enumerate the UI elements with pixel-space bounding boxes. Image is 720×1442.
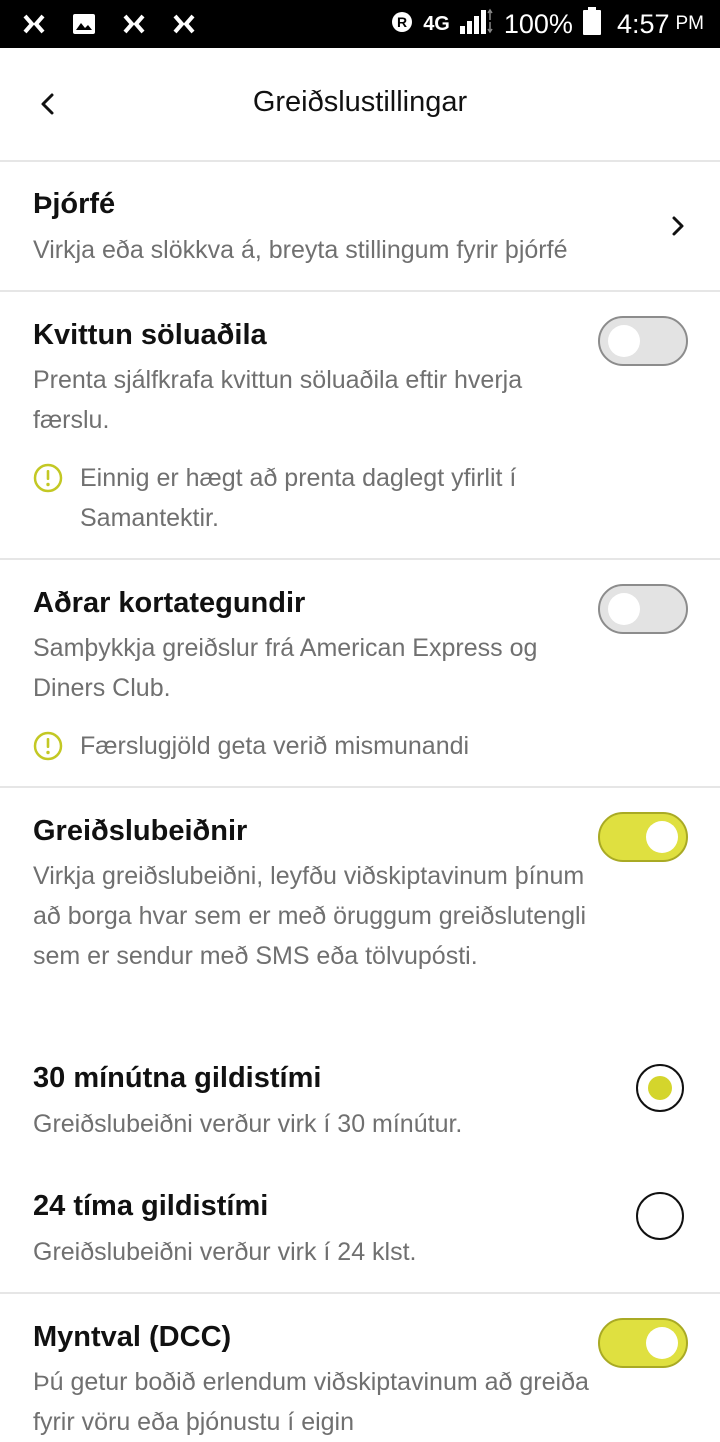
info-icon — [33, 731, 63, 761]
radio-selected-dot — [648, 1076, 672, 1100]
svg-text:R: R — [397, 14, 407, 30]
other-card-types-description: Samþykkja greiðslur frá American Express… — [33, 634, 538, 702]
payment-requests-row: Greiðslubeiðnir Virkja greiðslubeiðni, l… — [0, 788, 720, 1294]
expiry-option-24h-description: Greiðslubeiðni verður virk í 24 klst. — [33, 1238, 417, 1266]
expiry-option-24h-title: 24 tíma gildistími — [33, 1190, 269, 1222]
app-header: Greiðslustillingar — [0, 48, 720, 162]
merchant-receipt-info-text: Einnig er hægt að prenta daglegt yfirlit… — [80, 464, 517, 532]
expiry-option-30min-title: 30 mínútna gildistími — [33, 1062, 322, 1094]
clock: 4:57 — [616, 8, 670, 39]
other-card-types-info-text: Færslugjöld geta verið mismunandi — [80, 732, 470, 760]
merchant-receipt-title: Kvittun söluaðila — [33, 319, 267, 351]
tips-row[interactable]: Þjórfé Virkja eða slökkva á, breyta stil… — [0, 162, 720, 292]
expiry-option-30min-description: Greiðslubeiðni verður virk í 30 mínútur. — [33, 1110, 463, 1138]
toggle-knob — [608, 593, 640, 625]
toggle-knob — [608, 325, 640, 357]
app-notification-icon — [122, 12, 146, 36]
app-notification-icon — [22, 12, 46, 36]
app-notification-icon — [172, 12, 196, 36]
toggle-knob — [646, 1327, 678, 1359]
tips-title: Þjórfé — [33, 188, 116, 220]
image-icon — [72, 12, 96, 36]
expiry-option-30min-radio[interactable] — [636, 1064, 684, 1112]
info-icon — [33, 463, 63, 493]
battery-icon — [582, 6, 601, 42]
merchant-receipt-info: Einnig er hægt að prenta daglegt yfirlit… — [33, 458, 600, 538]
other-card-types-toggle[interactable] — [598, 584, 688, 634]
other-card-types-info: Færslugjöld geta verið mismunandi — [33, 726, 600, 766]
toggle-knob — [646, 821, 678, 853]
clock-ampm: PM — [675, 13, 705, 34]
expiry-option-24h-radio[interactable] — [636, 1192, 684, 1240]
roaming-icon: R — [391, 9, 413, 40]
dcc-toggle[interactable] — [598, 1318, 688, 1368]
dcc-description: Þú getur boðið erlendum viðskiptavinum a… — [33, 1368, 589, 1436]
other-card-types-row: Aðrar kortategundir Samþykkja greiðslur … — [0, 560, 720, 788]
payment-requests-toggle[interactable] — [598, 812, 688, 862]
status-bar: R 4G 100% 4:57 PM — [0, 0, 720, 48]
payment-requests-description: Virkja greiðslubeiðni, leyfðu viðskiptav… — [33, 862, 587, 970]
dcc-title: Myntval (DCC) — [33, 1321, 232, 1353]
tips-description: Virkja eða slökkva á, breyta stillingum … — [33, 236, 568, 264]
signal-icon — [459, 8, 494, 41]
battery-percent: 100% — [503, 8, 573, 39]
chevron-right-icon — [672, 216, 684, 236]
network-type: 4G — [423, 12, 450, 35]
page-title: Greiðslustillingar — [252, 86, 468, 118]
merchant-receipt-toggle[interactable] — [598, 316, 688, 366]
merchant-receipt-row: Kvittun söluaðila Prenta sjálfkrafa kvit… — [0, 292, 720, 560]
payment-requests-title: Greiðslubeiðnir — [33, 815, 248, 847]
merchant-receipt-description: Prenta sjálfkrafa kvittun söluaðila efti… — [33, 366, 523, 434]
dcc-row: Myntval (DCC) Þú getur boðið erlendum vi… — [0, 1294, 720, 1440]
other-card-types-title: Aðrar kortategundir — [33, 587, 306, 619]
